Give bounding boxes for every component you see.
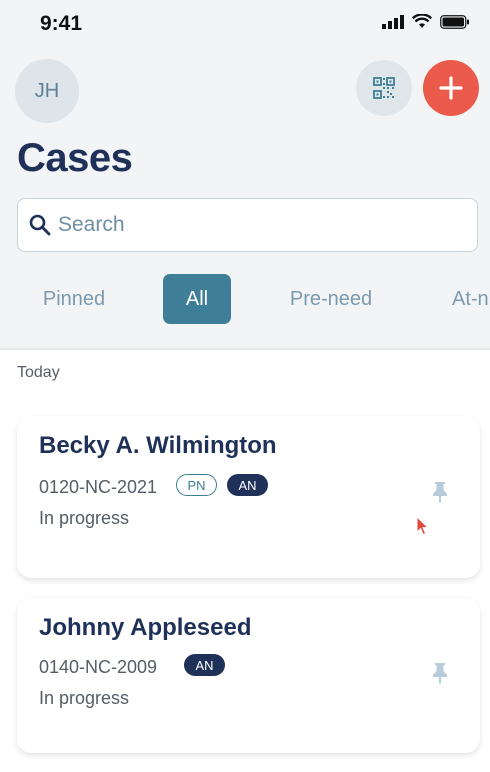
pin-icon[interactable]	[431, 481, 449, 503]
badge-an: AN	[184, 654, 225, 676]
cursor-icon	[416, 516, 430, 536]
case-card[interactable]: Becky A. Wilmington 0120-NC-2021 PN AN I…	[17, 416, 480, 578]
tab-pre-need[interactable]: Pre-need	[276, 274, 386, 324]
case-status: In progress	[39, 508, 130, 528]
status-time: 9:41	[40, 12, 83, 35]
plus-icon	[439, 76, 463, 100]
case-card[interactable]: Johnny Appleseed 0140-NC-2009 AN In prog…	[17, 598, 480, 753]
add-case-button[interactable]	[423, 60, 479, 116]
section-label-today: Today	[17, 364, 60, 381]
case-status: In progress	[39, 688, 130, 708]
signal-icon	[382, 14, 404, 29]
page-title: Cases	[17, 136, 133, 180]
tab-pinned[interactable]: Pinned	[30, 274, 118, 324]
avatar[interactable]: JH	[15, 59, 79, 123]
qr-code-icon	[373, 77, 395, 99]
search-icon	[29, 214, 51, 236]
avatar-initials: JH	[34, 79, 60, 102]
battery-icon	[440, 14, 469, 29]
case-name: Johnny Appleseed	[39, 614, 252, 641]
case-number: 0140-NC-2009	[39, 657, 158, 677]
search-input[interactable]	[56, 212, 460, 238]
tab-at-need[interactable]: At-n	[444, 274, 490, 324]
case-name: Becky A. Wilmington	[39, 432, 277, 459]
search-box[interactable]	[17, 198, 478, 252]
filter-tabs: Pinned All Pre-need At-n	[0, 274, 490, 326]
scan-qr-button[interactable]	[356, 60, 412, 116]
case-number: 0120-NC-2021	[39, 477, 158, 497]
pin-icon[interactable]	[431, 662, 449, 684]
badge-an: AN	[227, 474, 268, 496]
header-divider	[0, 348, 490, 350]
status-icons	[382, 14, 470, 29]
tab-all[interactable]: All	[163, 274, 231, 324]
badge-pn: PN	[176, 474, 217, 496]
wifi-icon	[412, 14, 432, 28]
